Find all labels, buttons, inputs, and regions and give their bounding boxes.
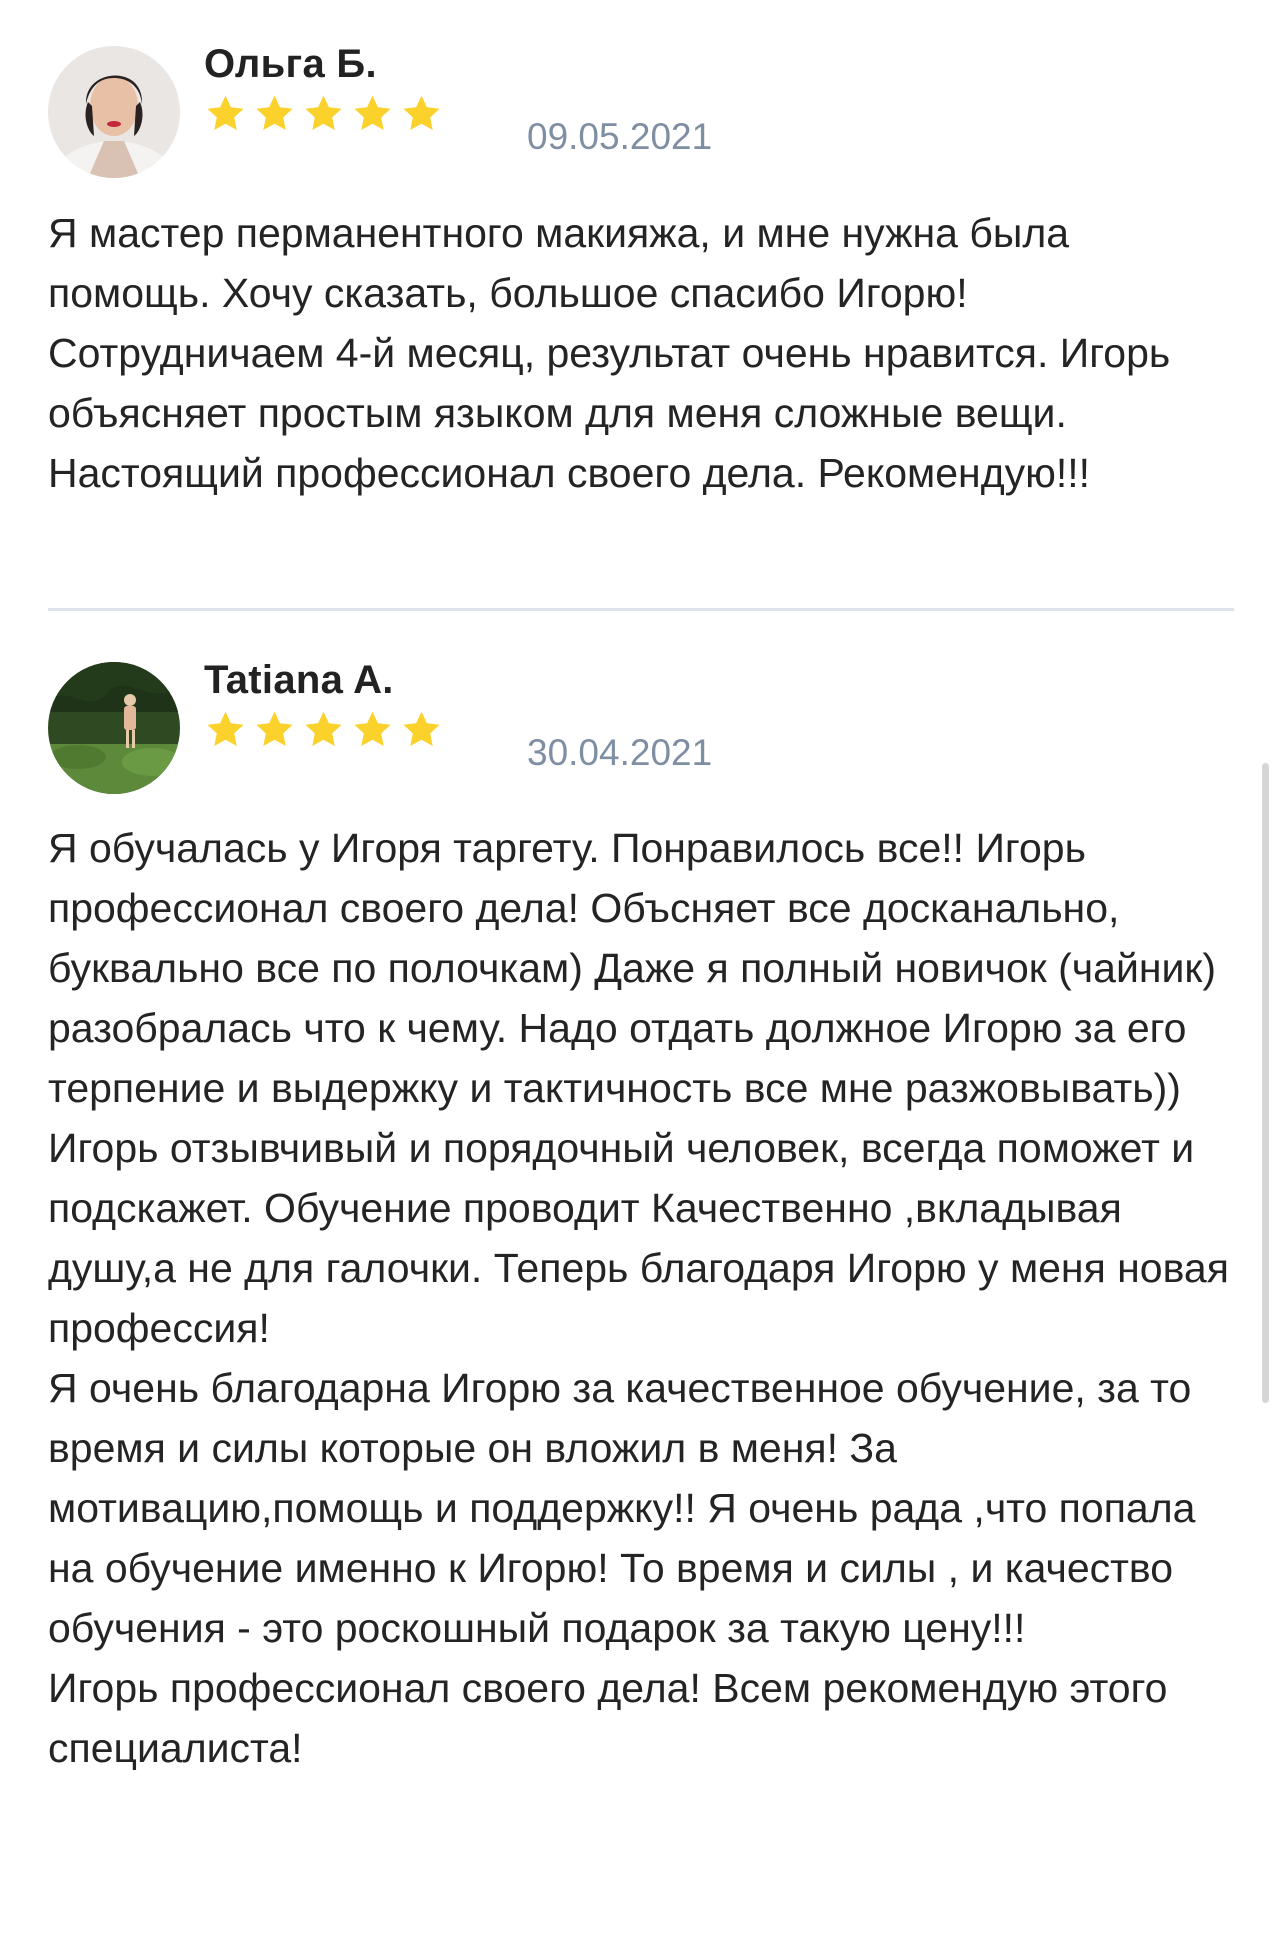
star-icon (204, 709, 247, 751)
review-author[interactable]: Ольга Б. (204, 42, 377, 87)
avatar[interactable] (48, 46, 180, 178)
review-date: 30.04.2021 (527, 732, 713, 773)
user-photo-icon (48, 662, 180, 794)
rating-stars (204, 93, 443, 135)
review-author[interactable]: Tatiana A. (204, 658, 394, 703)
divider (48, 608, 1234, 611)
star-icon (253, 93, 296, 135)
star-icon (302, 93, 345, 135)
review-paragraph: Я мастер перманентного макияжа, и мне ну… (48, 210, 1171, 496)
star-icon (400, 93, 443, 135)
review-text: Я обучалась у Игоря таргету. Понравилось… (48, 818, 1238, 1778)
star-icon (351, 93, 394, 135)
user-photo-icon (48, 46, 180, 178)
scrollbar[interactable] (1262, 763, 1269, 1403)
review-paragraph: Я очень благодарна Игорю за качественное… (48, 1365, 1196, 1651)
rating-stars (204, 709, 443, 751)
star-icon (400, 709, 443, 751)
review-paragraph: Я обучалась у Игоря таргету. Понравилось… (48, 825, 1229, 1351)
star-icon (302, 709, 345, 751)
avatar[interactable] (48, 662, 180, 794)
review-paragraph: Игорь профессионал своего дела! Всем рек… (48, 1665, 1168, 1771)
review-text: Я мастер перманентного макияжа, и мне ну… (48, 203, 1238, 503)
star-icon (253, 709, 296, 751)
review-date: 09.05.2021 (527, 116, 713, 157)
star-icon (204, 93, 247, 135)
star-icon (351, 709, 394, 751)
